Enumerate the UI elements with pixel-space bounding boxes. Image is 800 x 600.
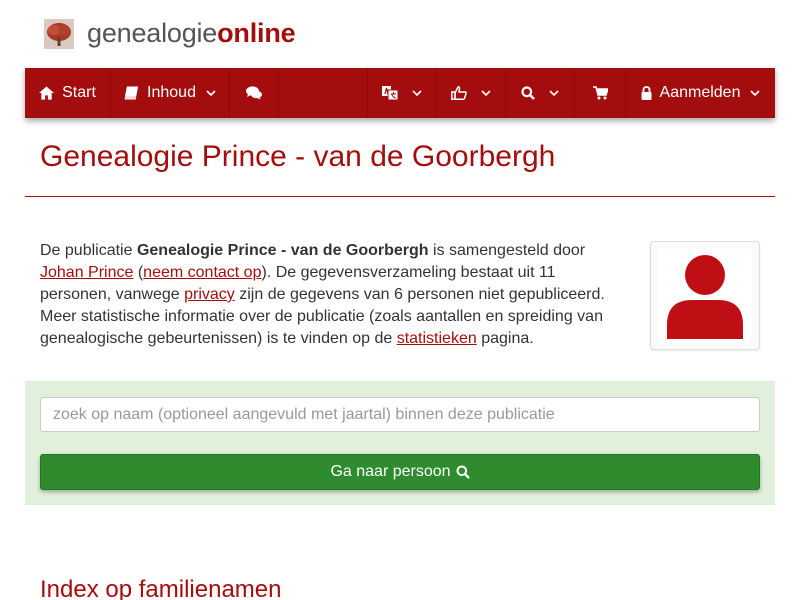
title-divider: [25, 196, 775, 197]
go-to-person-button[interactable]: Ga naar persoon: [40, 454, 760, 490]
nav-spacer: [279, 68, 368, 118]
home-icon: [39, 86, 55, 100]
privacy-link[interactable]: privacy: [184, 286, 235, 303]
nav-recommend[interactable]: [437, 68, 506, 118]
surname-index-heading: Index op familienamen: [40, 576, 282, 600]
site-logo[interactable]: genealogieonline: [44, 18, 296, 49]
site-name: genealogieonline: [87, 18, 296, 48]
person-search-input[interactable]: [40, 397, 760, 432]
tree-logo-icon: [44, 18, 74, 49]
person-search-panel: Ga naar persoon: [25, 381, 775, 505]
lock-icon: [641, 86, 652, 100]
chevron-down-icon: [206, 89, 216, 97]
translate-icon: [382, 86, 398, 100]
nav-inhoud[interactable]: Inhoud: [111, 68, 230, 118]
statistics-link[interactable]: statistieken: [397, 330, 477, 347]
author-avatar: [650, 241, 760, 350]
cart-icon: [592, 86, 608, 100]
publication-intro: De publicatie Genealogie Prince - van de…: [40, 242, 605, 347]
nav-search[interactable]: [506, 68, 575, 118]
search-icon: [521, 86, 535, 100]
chevron-down-icon: [412, 89, 422, 97]
page-title: Genealogie Prince - van de Goorbergh: [40, 140, 556, 173]
chevron-down-icon: [549, 89, 559, 97]
nav-language[interactable]: [368, 68, 437, 118]
book-icon: [124, 86, 139, 100]
thumbs-up-icon: [451, 86, 467, 100]
chevron-down-icon: [750, 89, 761, 97]
publication-name: Genealogie Prince - van de Goorbergh: [136, 242, 429, 259]
comments-icon: [246, 86, 262, 100]
search-icon: [456, 465, 470, 479]
contact-link[interactable]: neem contact op: [143, 264, 261, 281]
nav-login[interactable]: Aanmelden: [626, 68, 775, 118]
author-link[interactable]: Johan Prince: [40, 264, 133, 281]
main-navbar: Start Inhoud Aanmelden: [25, 68, 775, 118]
nav-forum[interactable]: [230, 68, 279, 118]
avatar: [658, 249, 752, 343]
user-avatar-icon: [667, 255, 743, 339]
chevron-down-icon: [481, 89, 491, 97]
nav-shop[interactable]: [575, 68, 626, 118]
nav-start[interactable]: Start: [25, 68, 111, 118]
